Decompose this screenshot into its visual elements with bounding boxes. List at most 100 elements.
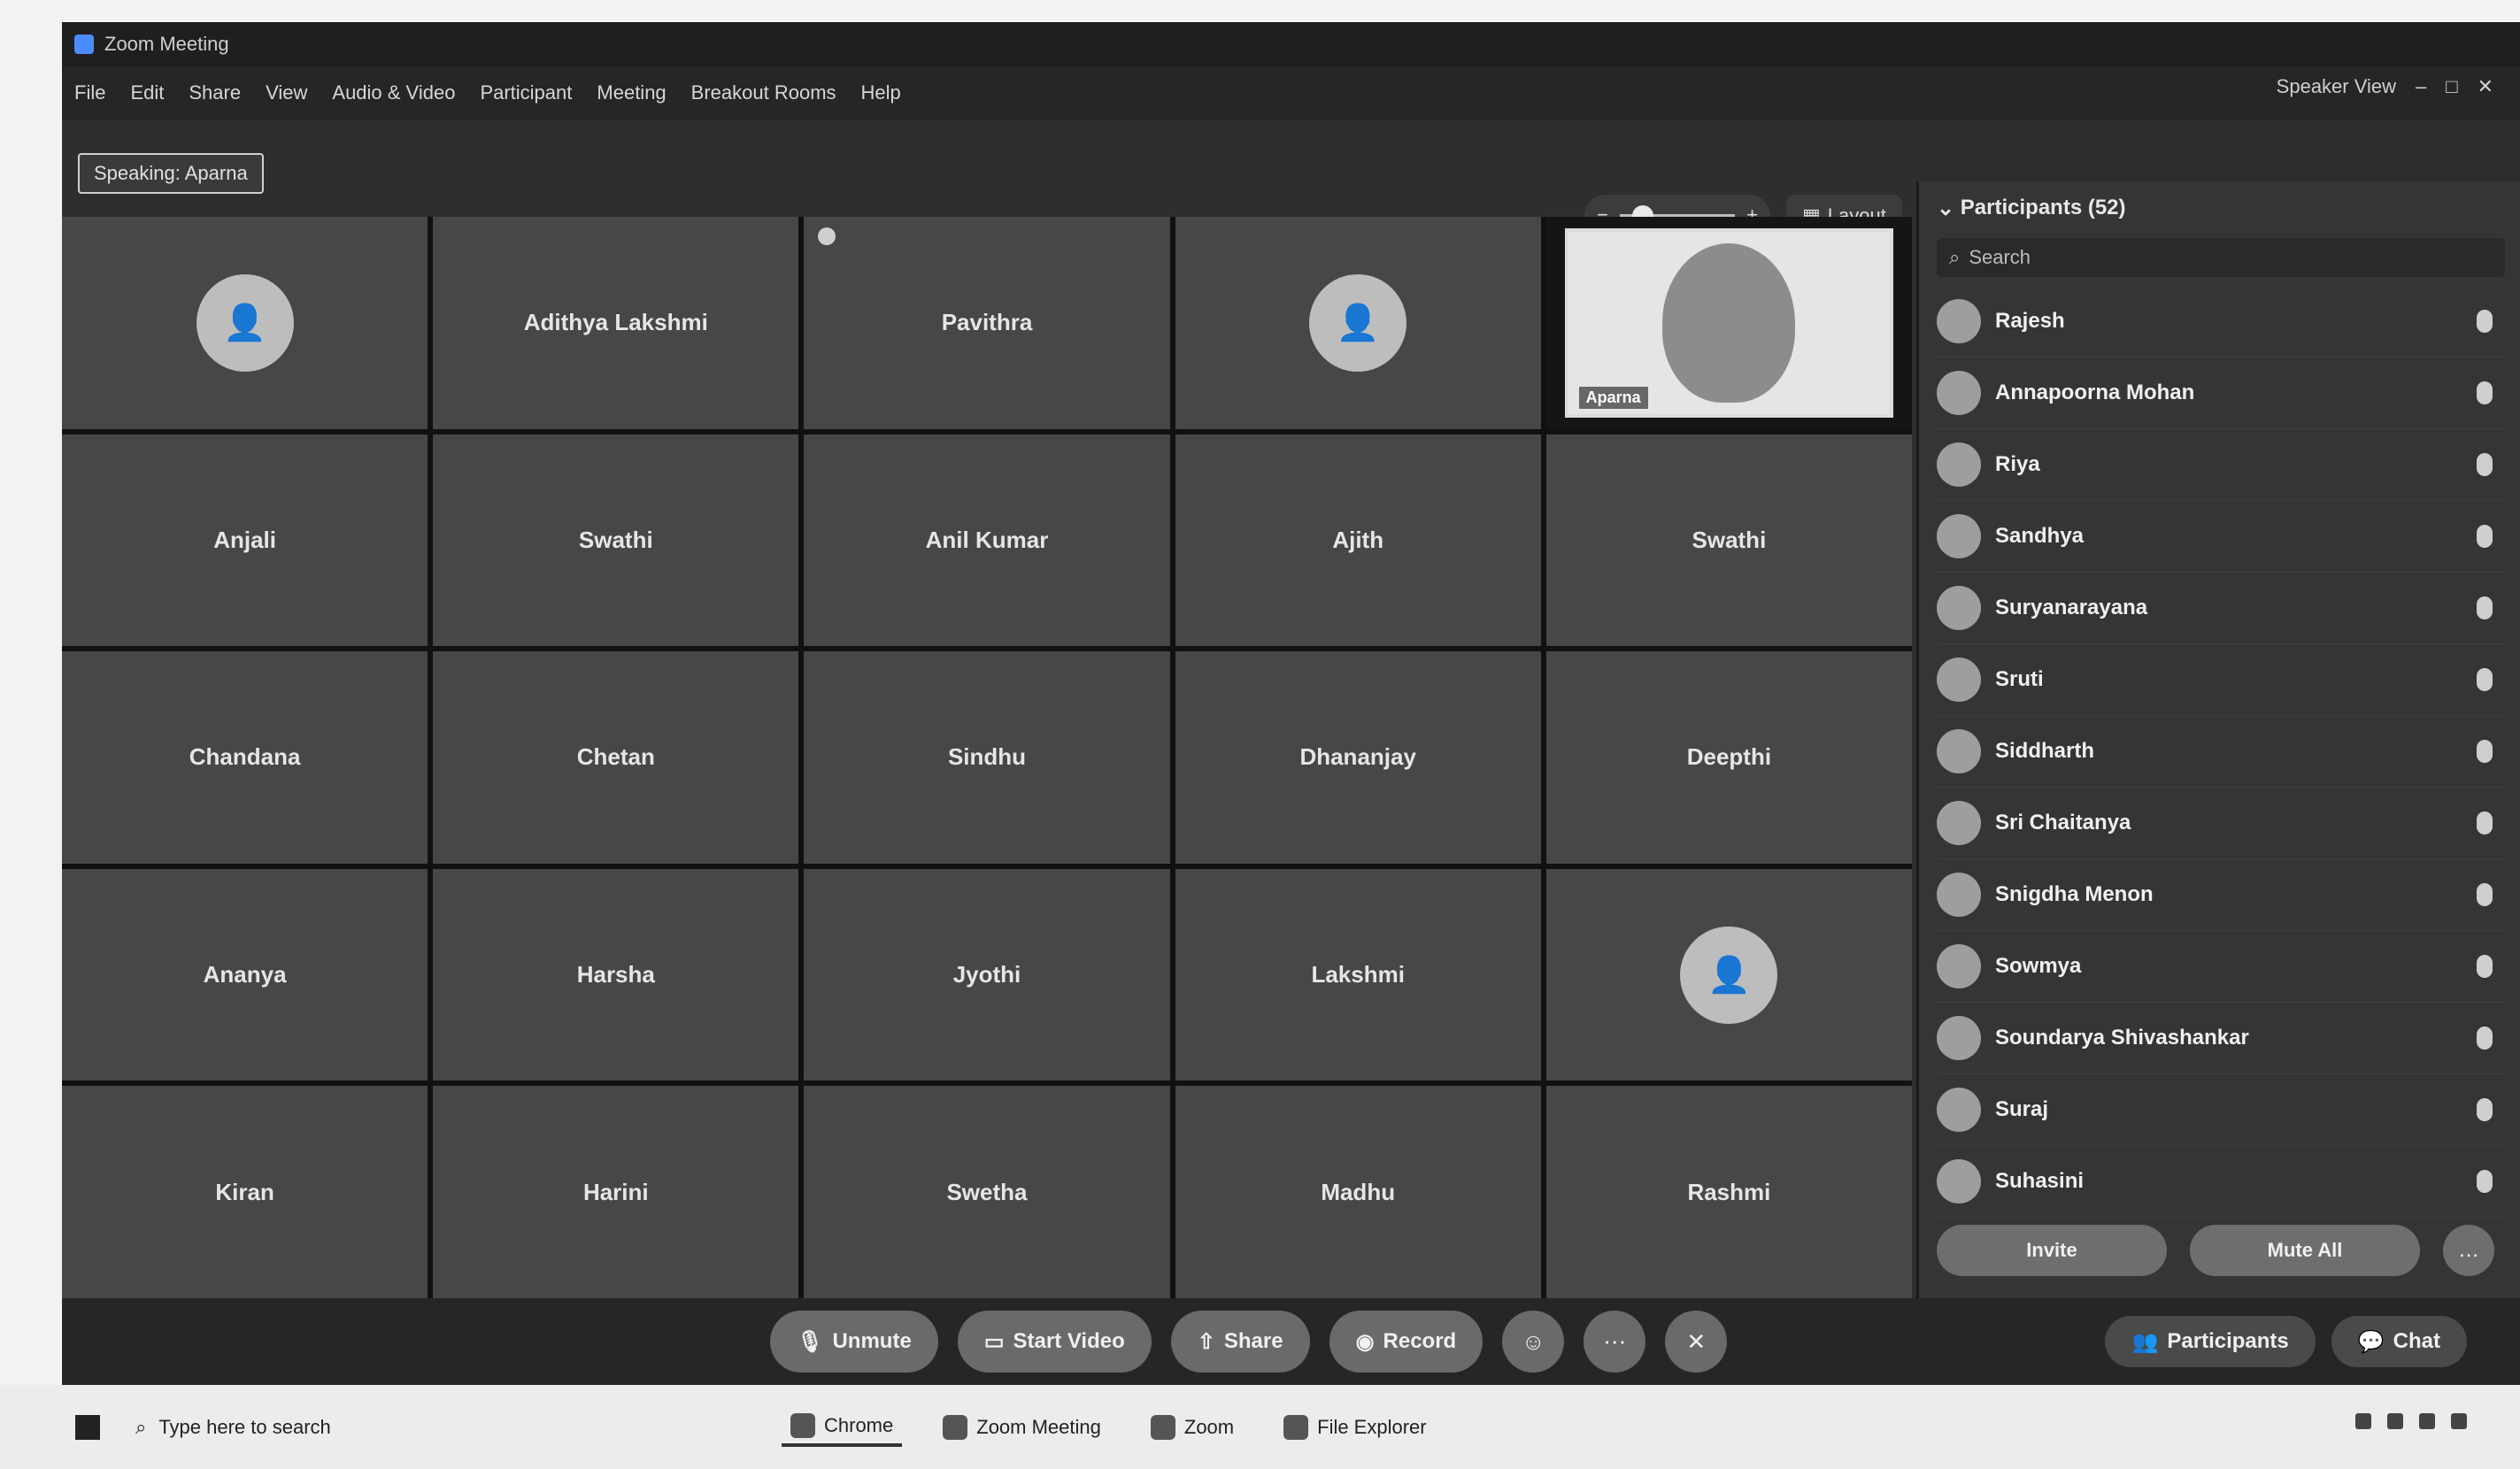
participant-row[interactable]: Sri Chaitanya <box>1937 788 2505 859</box>
mic-icon[interactable] <box>2477 310 2493 333</box>
taskbar-search[interactable]: ⌕ Type here to search <box>135 1416 578 1439</box>
share-icon: ⇧ <box>1197 1329 1215 1354</box>
participant-tile[interactable]: Sindhu <box>804 651 1170 864</box>
volume-icon[interactable] <box>2387 1413 2403 1429</box>
menu-help[interactable]: Help <box>861 81 901 104</box>
participant-tile[interactable]: Anjali <box>62 434 428 647</box>
participant-tile[interactable]: Anil Kumar <box>804 434 1170 647</box>
menu-view[interactable]: View <box>266 81 307 104</box>
participant-row[interactable]: Soundarya Shivashankar <box>1937 1003 2505 1074</box>
battery-icon[interactable] <box>2419 1413 2435 1429</box>
reactions-button[interactable]: ☺ <box>1502 1311 1565 1373</box>
side-controls: 👥 Participants 💬 Chat <box>2105 1316 2467 1367</box>
mic-icon[interactable] <box>2477 955 2493 978</box>
participant-tile[interactable]: 👤 <box>1175 217 1541 429</box>
participant-name: Sruti <box>1995 667 2044 691</box>
notification-icon[interactable] <box>2451 1413 2467 1429</box>
more-options-button[interactable]: … <box>2443 1225 2494 1276</box>
menu-file[interactable]: File <box>74 81 105 104</box>
menu-breakout-rooms[interactable]: Breakout Rooms <box>691 81 836 104</box>
participant-tile[interactable]: Lakshmi <box>1175 868 1541 1081</box>
participant-tile[interactable]: Kiran <box>62 1086 428 1298</box>
unmute-button[interactable]: 🎙 Unmute <box>770 1311 938 1373</box>
leave-button[interactable]: ✕ <box>1665 1311 1728 1373</box>
participant-tile[interactable]: Chandana <box>62 651 428 864</box>
mic-icon[interactable] <box>2477 525 2493 548</box>
participant-row[interactable]: Sowmya <box>1937 931 2505 1003</box>
mic-icon[interactable] <box>2477 1170 2493 1193</box>
network-icon[interactable] <box>2355 1413 2371 1429</box>
menu-audio-video[interactable]: Audio & Video <box>332 81 455 104</box>
participant-tile[interactable]: Adithya Lakshmi <box>433 217 799 429</box>
speaker-view-toggle[interactable]: Speaker View <box>2277 75 2396 98</box>
close-icon: ✕ <box>1686 1327 1707 1355</box>
mic-icon[interactable] <box>2477 811 2493 834</box>
participant-row[interactable]: Suhasini <box>1937 1146 2505 1218</box>
participant-row[interactable]: Riya <box>1937 429 2505 501</box>
participants-button[interactable]: 👥 Participants <box>2105 1316 2316 1367</box>
taskbar-app[interactable]: Zoom <box>1142 1410 1243 1445</box>
participant-tile[interactable]: Jyothi <box>804 868 1170 1081</box>
participant-tile[interactable]: Madhu <box>1175 1086 1541 1298</box>
participant-search[interactable]: ⌕ Search <box>1937 238 2505 277</box>
participant-tile[interactable]: Pavithra <box>804 217 1170 429</box>
participant-tile[interactable]: Harini <box>433 1086 799 1298</box>
gallery-grid: 👤 Adithya Lakshmi Pavithra 👤 Aparna Anja… <box>62 217 1912 1298</box>
participant-tile[interactable]: 👤 <box>62 217 428 429</box>
start-video-button[interactable]: ▭ Start Video <box>957 1311 1152 1373</box>
avatar <box>1937 1088 1981 1132</box>
participant-name: Snigdha Menon <box>1995 882 2154 906</box>
participant-tile[interactable]: Rashmi <box>1545 1086 1912 1298</box>
windows-start-icon[interactable] <box>75 1414 100 1440</box>
participant-tile[interactable]: Ananya <box>62 868 428 1081</box>
close-icon[interactable]: ✕ <box>2478 75 2493 98</box>
participants-actions: Invite Mute All … <box>1937 1225 2494 1276</box>
mic-icon[interactable] <box>2477 596 2493 619</box>
record-button[interactable]: ◉ Record <box>1329 1311 1483 1373</box>
participant-row[interactable]: Sruti <box>1937 644 2505 716</box>
participant-tile[interactable]: Ajith <box>1175 434 1541 647</box>
taskbar-app[interactable]: File Explorer <box>1275 1410 1435 1445</box>
participant-row[interactable]: Rajesh <box>1937 286 2505 358</box>
mic-icon[interactable] <box>2477 381 2493 404</box>
taskbar-app[interactable]: Chrome <box>782 1408 903 1447</box>
participant-tile[interactable]: Swathi <box>433 434 799 647</box>
participant-tile[interactable]: 👤 <box>1545 868 1912 1081</box>
mic-icon[interactable] <box>2477 740 2493 763</box>
menu-meeting[interactable]: Meeting <box>597 81 666 104</box>
share-button[interactable]: ⇧ Share <box>1170 1311 1310 1373</box>
mute-all-button[interactable]: Mute All <box>2190 1225 2420 1276</box>
mic-icon[interactable] <box>2477 668 2493 691</box>
participant-row[interactable]: Sandhya <box>1937 501 2505 573</box>
chevron-down-icon[interactable]: ⌄ <box>1937 196 1961 221</box>
active-video-tile[interactable]: Aparna <box>1545 217 1912 429</box>
participant-tile[interactable]: Chetan <box>433 651 799 864</box>
mic-icon[interactable] <box>2477 883 2493 906</box>
tile-name: Lakshmi <box>1311 961 1405 988</box>
invite-button[interactable]: Invite <box>1937 1225 2167 1276</box>
participant-name: Siddharth <box>1995 739 2094 763</box>
participant-tile[interactable]: Harsha <box>433 868 799 1081</box>
participant-row[interactable]: Suryanarayana <box>1937 573 2505 644</box>
minimize-icon[interactable]: – <box>2416 75 2426 98</box>
participant-tile[interactable]: Swathi <box>1545 434 1912 647</box>
participant-row[interactable]: Suraj <box>1937 1074 2505 1146</box>
participant-row[interactable]: Snigdha Menon <box>1937 859 2505 931</box>
mic-icon[interactable] <box>2477 1098 2493 1121</box>
chat-button[interactable]: 💬 Chat <box>2331 1316 2467 1367</box>
mic-icon[interactable] <box>2477 453 2493 476</box>
participant-tile[interactable]: Dhananjay <box>1175 651 1541 864</box>
menu-edit[interactable]: Edit <box>130 81 164 104</box>
mic-icon[interactable] <box>2477 1027 2493 1050</box>
menu-share[interactable]: Share <box>189 81 241 104</box>
participant-tile[interactable]: Swetha <box>804 1086 1170 1298</box>
more-button[interactable]: ⋯ <box>1584 1311 1646 1373</box>
maximize-icon[interactable]: □ <box>2446 75 2457 98</box>
participant-row[interactable]: Siddharth <box>1937 716 2505 788</box>
menu-participant[interactable]: Participant <box>480 81 572 104</box>
taskbar-app[interactable]: Zoom Meeting <box>934 1410 1110 1445</box>
participant-row[interactable]: Annapoorna Mohan <box>1937 358 2505 429</box>
participants-label: Participants <box>2167 1329 2289 1353</box>
zoom-icon <box>943 1414 968 1440</box>
participant-tile[interactable]: Deepthi <box>1545 651 1912 864</box>
